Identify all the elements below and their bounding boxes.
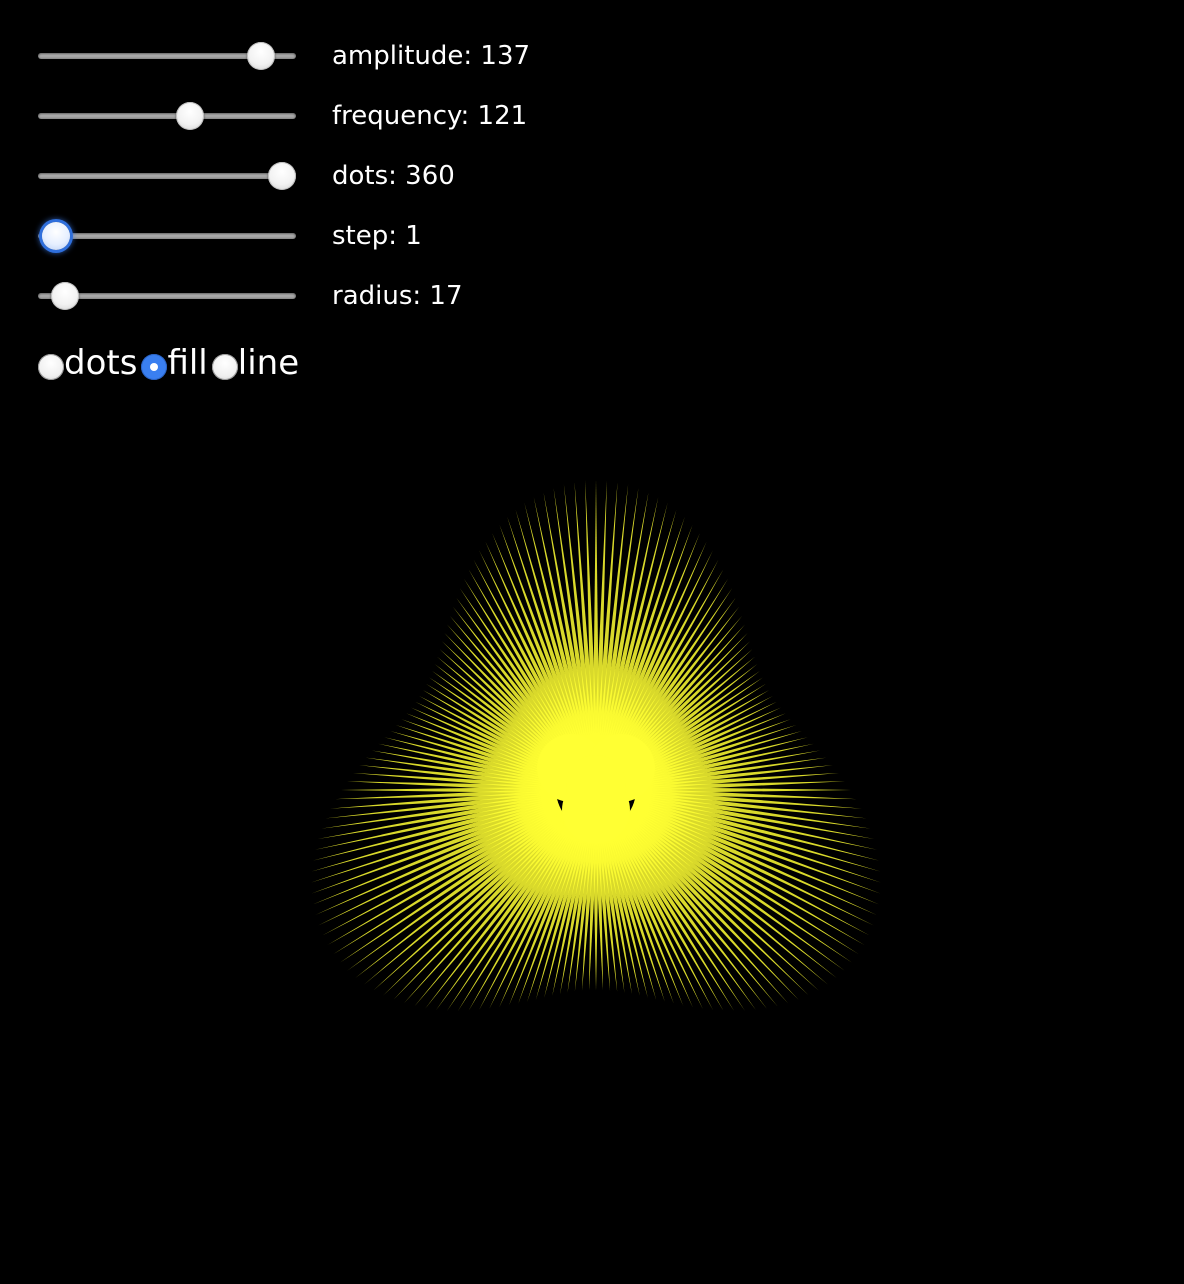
radius-slider-thumb[interactable] [51, 282, 80, 310]
frequency-slider[interactable] [38, 101, 296, 131]
radio-line[interactable] [211, 354, 238, 380]
dots-label: dots: 360 [332, 161, 455, 191]
frequency-label: frequency: 121 [332, 101, 528, 131]
frequency-slider-thumb[interactable] [176, 102, 205, 130]
radio-label-line: line [237, 343, 300, 383]
amplitude-slider[interactable] [38, 41, 296, 71]
radio-dots[interactable] [38, 354, 64, 380]
frequency-slider-track[interactable] [38, 113, 296, 119]
dots-slider-track[interactable] [38, 173, 296, 179]
amplitude-label: amplitude: 137 [332, 41, 531, 71]
dots-row: dots: 360 [38, 156, 598, 196]
radio-fill[interactable] [141, 354, 168, 380]
step-slider[interactable] [38, 221, 296, 251]
mode-radio-group: dots fill line [38, 340, 303, 386]
dots-slider-thumb[interactable] [267, 162, 296, 190]
core-center [566, 755, 626, 815]
amplitude-row: amplitude: 137 [38, 36, 598, 76]
radio-label-fill: fill [167, 343, 208, 383]
amplitude-slider-thumb[interactable] [247, 42, 276, 70]
step-slider-thumb[interactable] [42, 222, 71, 250]
radius-row: radius: 17 [38, 276, 598, 316]
radius-label: radius: 17 [332, 281, 463, 311]
frequency-row: frequency: 121 [38, 96, 598, 136]
radius-slider[interactable] [38, 281, 296, 311]
pattern-canvas [311, 480, 881, 1012]
step-label: step: 1 [332, 221, 422, 251]
dots-slider[interactable] [38, 161, 296, 191]
step-slider-track[interactable] [38, 233, 296, 239]
radio-label-dots: dots [64, 343, 138, 383]
step-row: step: 1 [38, 216, 598, 256]
